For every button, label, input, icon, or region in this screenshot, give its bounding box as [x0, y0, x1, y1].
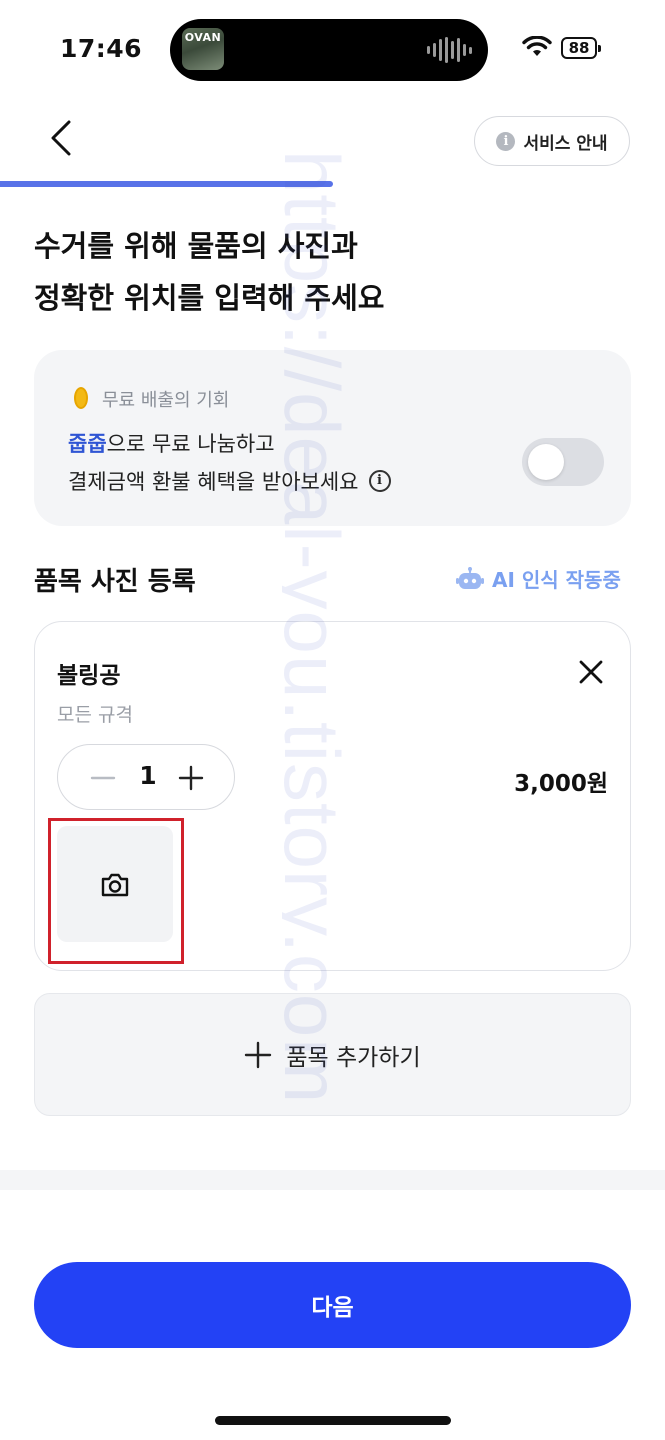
increase-quantity-button[interactable]: [176, 763, 206, 793]
decrease-quantity-button[interactable]: [88, 763, 118, 793]
free-disposal-description-line1: 줍줍으로 무료 나눔하고: [68, 428, 275, 458]
battery-icon: 88: [561, 37, 601, 59]
highlight-box: [48, 818, 184, 964]
dynamic-island[interactable]: OVAN: [170, 19, 488, 81]
free-disposal-line1-text: 으로 무료 나눔하고: [106, 432, 275, 456]
audio-waveform-icon: [427, 37, 472, 63]
info-icon: i: [496, 131, 516, 151]
page-title-line1: 수거를 위해 물품의 사진과: [34, 229, 358, 263]
wifi-icon: [522, 36, 552, 56]
status-time: 17:46: [60, 34, 143, 63]
remove-item-button[interactable]: [573, 654, 609, 690]
free-disposal-line2-text: 결제금액 환불 혜택을 받아보세요: [68, 470, 359, 494]
free-disposal-label: 무료 배출의 기회: [102, 390, 230, 411]
quantity-value: 1: [139, 761, 157, 790]
service-info-button[interactable]: i 서비스 안내: [474, 116, 630, 166]
service-info-label: 서비스 안내: [523, 133, 608, 154]
robot-icon: [456, 566, 484, 589]
item-spec: 모든 규격: [57, 704, 133, 726]
page-title: 수거를 위해 물품의 사진과 정확한 위치를 입력해 주세요: [34, 220, 384, 324]
free-disposal-description-line2: 결제금액 환불 혜택을 받아보세요 i: [68, 466, 391, 496]
section-title: 품목 사진 등록: [34, 567, 196, 597]
ai-status-badge: AI 인식 작동중: [456, 564, 621, 593]
progress-bar: [0, 181, 333, 187]
free-disposal-card: 무료 배출의 기회 줍줍으로 무료 나눔하고 결제금액 환불 혜택을 받아보세요…: [34, 350, 631, 526]
coin-icon: [74, 387, 88, 409]
page-title-line2: 정확한 위치를 입력해 주세요: [34, 281, 385, 315]
artwork-text: OVAN: [184, 31, 222, 44]
section-divider: [0, 1170, 665, 1190]
item-name: 볼링공: [57, 663, 121, 689]
quantity-stepper: 1: [57, 744, 235, 810]
next-button[interactable]: 다음: [34, 1262, 631, 1348]
info-icon[interactable]: i: [368, 470, 391, 492]
home-indicator: [215, 1416, 451, 1425]
back-button[interactable]: [40, 116, 84, 160]
plus-icon: [245, 1041, 272, 1068]
toggle-knob: [528, 444, 564, 480]
now-playing-artwork: OVAN: [182, 28, 224, 70]
brand-name: 줍줍: [68, 432, 107, 456]
free-disposal-toggle[interactable]: [522, 438, 604, 486]
ai-status-label: AI 인식 작동중: [492, 568, 621, 592]
add-item-button[interactable]: 품목 추가하기: [34, 993, 631, 1116]
item-price: 3,000원: [514, 771, 608, 797]
add-item-label: 품목 추가하기: [286, 1044, 421, 1071]
